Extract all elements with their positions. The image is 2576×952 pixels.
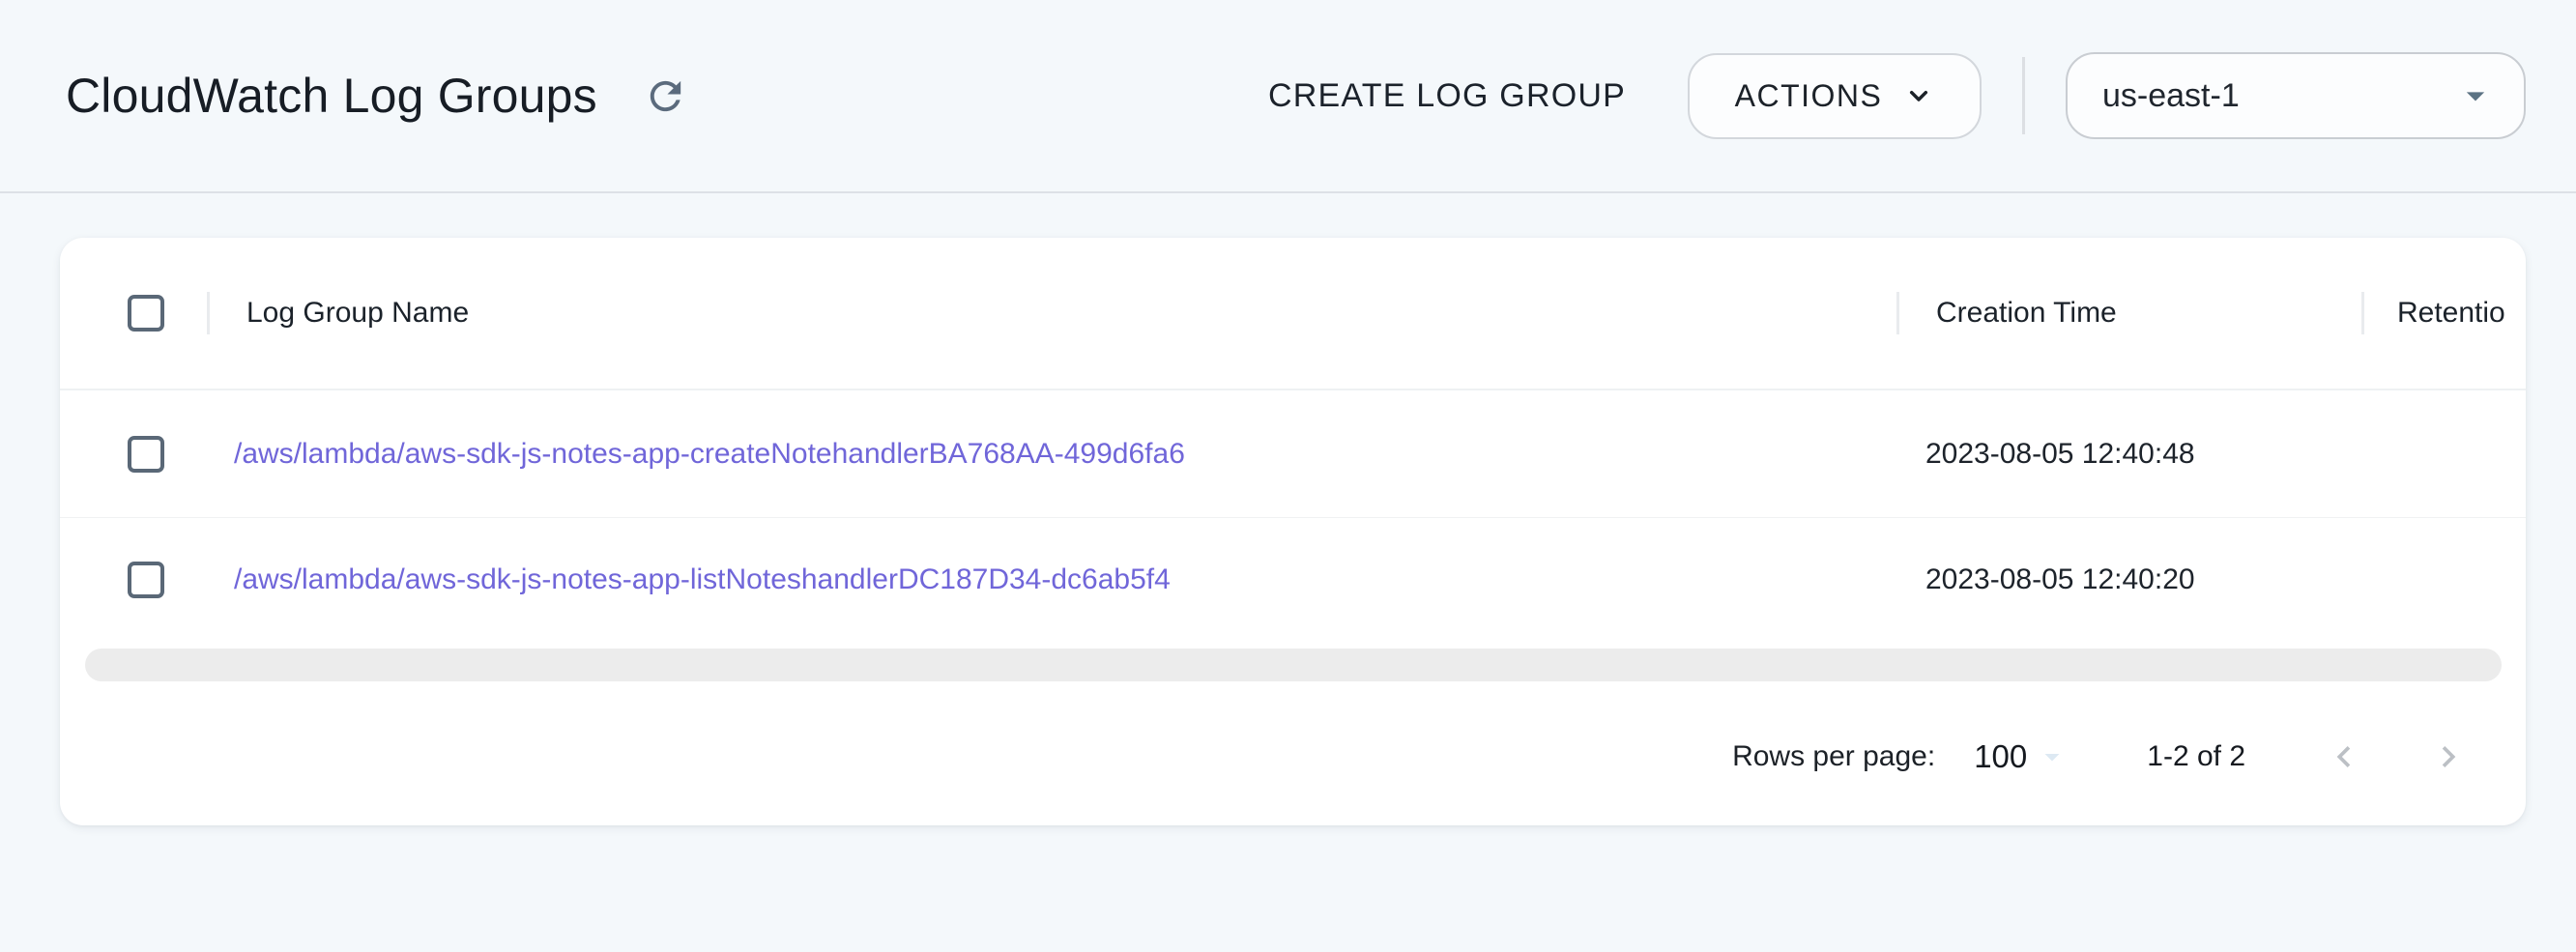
actions-button-label: ACTIONS bbox=[1735, 78, 1883, 114]
log-groups-card: Log Group Name Creation Time Retentio /a… bbox=[60, 238, 2526, 825]
column-header-log-group-name: Log Group Name bbox=[246, 297, 469, 330]
column-header-creation-time: Creation Time bbox=[1936, 297, 2117, 330]
select-all-checkbox[interactable] bbox=[128, 295, 164, 332]
log-group-link[interactable]: /aws/lambda/aws-sdk-js-notes-app-createN… bbox=[234, 438, 1185, 471]
actions-button[interactable]: ACTIONS bbox=[1688, 53, 1982, 139]
header-divider bbox=[2022, 57, 2025, 134]
refresh-button[interactable] bbox=[638, 68, 694, 124]
rows-per-page-select[interactable]: 100 bbox=[1974, 738, 2069, 775]
row-checkbox[interactable] bbox=[128, 562, 164, 598]
table-pagination: Rows per page: 100 1-2 of 2 bbox=[60, 688, 2526, 825]
create-log-group-button[interactable]: CREATE LOG GROUP bbox=[1260, 58, 1634, 134]
chevron-down-icon bbox=[1903, 80, 1934, 111]
chevron-left-icon bbox=[2323, 736, 2365, 778]
arrow-dropdown-icon bbox=[2454, 74, 2497, 117]
next-page-button[interactable] bbox=[2419, 728, 2477, 786]
page-header: CloudWatch Log Groups CREATE LOG GROUP A… bbox=[0, 0, 2576, 193]
region-selector[interactable]: us-east-1 bbox=[2066, 52, 2526, 139]
column-divider bbox=[207, 292, 210, 334]
column-header-retention: Retentio bbox=[2397, 297, 2505, 330]
horizontal-scrollbar-track bbox=[60, 642, 2526, 688]
row-checkbox[interactable] bbox=[128, 436, 164, 473]
page-title: CloudWatch Log Groups bbox=[66, 68, 597, 124]
rows-per-page-label: Rows per page: bbox=[1732, 740, 1935, 773]
column-divider bbox=[1896, 292, 1899, 334]
refresh-icon bbox=[643, 73, 688, 119]
horizontal-scrollbar-thumb[interactable] bbox=[85, 649, 2502, 681]
table-row: /aws/lambda/aws-sdk-js-notes-app-listNot… bbox=[60, 518, 2526, 642]
creation-time-cell: 2023-08-05 12:40:48 bbox=[1925, 438, 2195, 471]
rows-per-page-value: 100 bbox=[1974, 738, 2027, 775]
column-divider bbox=[2361, 292, 2364, 334]
log-group-link[interactable]: /aws/lambda/aws-sdk-js-notes-app-listNot… bbox=[234, 563, 1171, 596]
creation-time-cell: 2023-08-05 12:40:20 bbox=[1925, 563, 2195, 596]
arrow-dropdown-icon bbox=[2035, 739, 2069, 774]
previous-page-button[interactable] bbox=[2315, 728, 2373, 786]
table-row: /aws/lambda/aws-sdk-js-notes-app-createN… bbox=[60, 390, 2526, 518]
region-selector-value: us-east-1 bbox=[2102, 77, 2454, 115]
chevron-right-icon bbox=[2427, 736, 2470, 778]
table-header-row: Log Group Name Creation Time Retentio bbox=[60, 238, 2526, 390]
pagination-range-label: 1-2 of 2 bbox=[2147, 740, 2245, 773]
